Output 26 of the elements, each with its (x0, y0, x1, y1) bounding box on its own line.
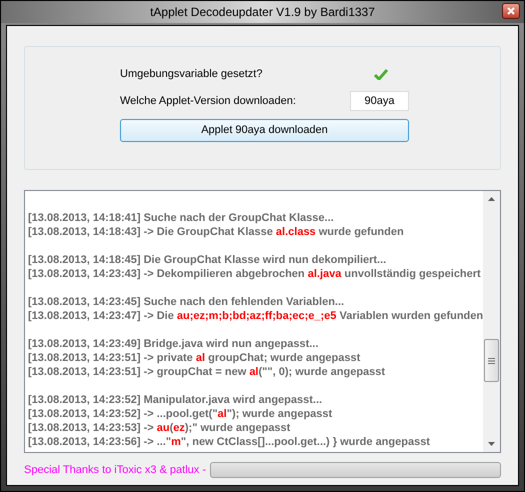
log-line: [13.08.2013, 14:23:51] -> private al groupChat; wurde angepasst (28, 351, 360, 365)
log-line: [13.08.2013, 14:18:43] -> Die GroupChat Klasse al.class wurde gefunden (28, 225, 404, 239)
download-button[interactable]: Applet 90aya downloaden (120, 119, 409, 142)
grip-icon (488, 358, 495, 364)
log-line: [13.08.2013, 14:23:49] Bridge.java wird nun angepasst... (28, 337, 318, 351)
thanks-text: Special Thanks to iToxic x3 & patlux - (24, 463, 206, 478)
env-label: Umgebungsvariable gesetzt? (120, 66, 264, 82)
log-line: [13.08.2013, 14:23:45] Suche nach den fehlenden Variablen... (28, 295, 344, 309)
window-title: tApplet Decodeupdater V1.9 by Bardi1337 (150, 4, 375, 21)
log-line: [13.08.2013, 14:23:47] -> Die au;ez;m;b;bd;az;ff;ba;ec;e_;e5 Variablen wurden gefunden (28, 309, 483, 323)
version-label: Welche Applet-Version downloaden: (120, 94, 297, 109)
log-line: [13.08.2013, 14:18:41] Suche nach der GroupChat Klasse... (28, 211, 334, 225)
close-button[interactable] (502, 3, 520, 19)
close-icon (507, 7, 515, 15)
version-field[interactable]: 90aya (350, 91, 409, 111)
log-line: [13.08.2013, 14:23:43] -> Dekompilieren abgebrochen al.java unvollständig gespeichert (28, 267, 481, 281)
scroll-down-icon[interactable] (488, 442, 495, 446)
log-line: [13.08.2013, 14:18:45] Die GroupChat Klasse wird nun dekompiliert... (28, 253, 386, 267)
log-line: [13.08.2013, 14:23:53] -> au(ez);" wurde angepasst (28, 421, 290, 435)
scroll-thumb[interactable] (484, 339, 499, 382)
log-line: [13.08.2013, 14:23:52] -> ...pool.get("al"); wurde angepasst (28, 407, 332, 421)
log-line: [13.08.2013, 14:23:52] Manipulator.java wird angepasst... (28, 393, 322, 407)
scroll-up-icon[interactable] (488, 197, 495, 201)
scrollbar[interactable] (483, 191, 500, 452)
log-line: [13.08.2013, 14:23:56] -> ..."m", new CtClass[]...pool.get...) } wurde angepasst (28, 435, 430, 449)
log-line: [13.08.2013, 14:23:51] -> groupChat = new al("", 0); wurde angepasst (28, 365, 386, 379)
